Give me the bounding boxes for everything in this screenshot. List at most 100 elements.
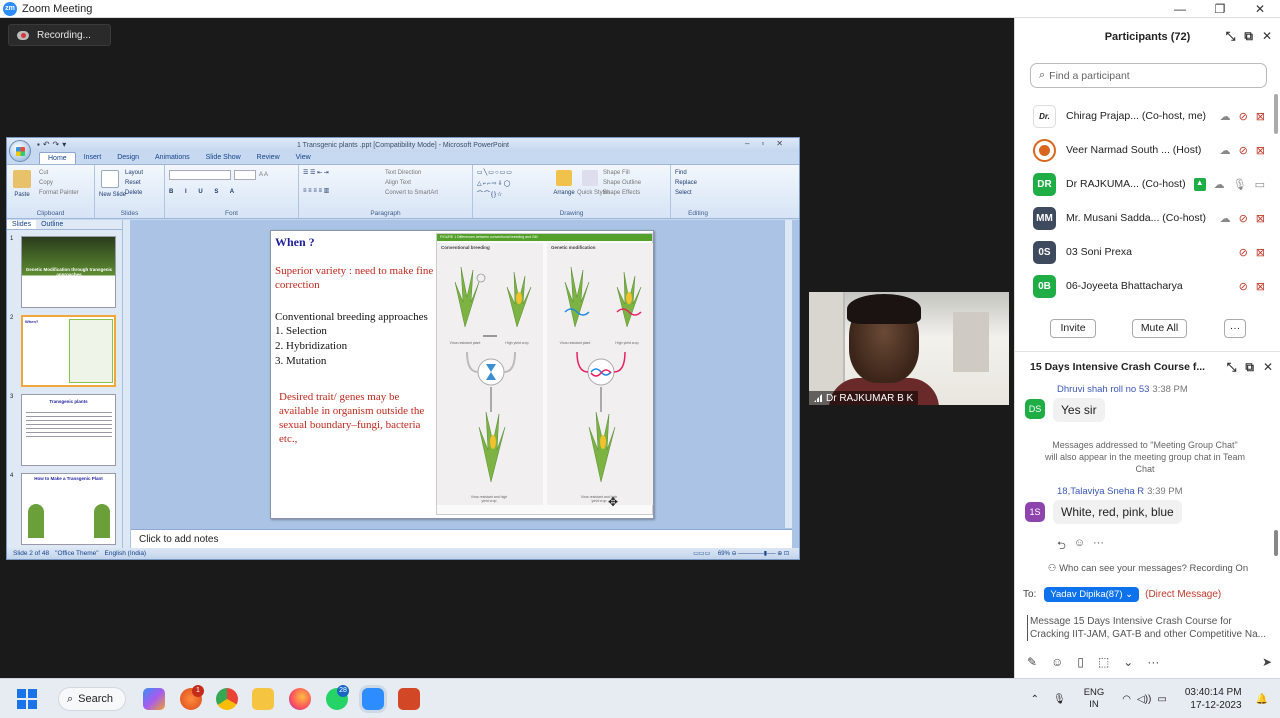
copilot-icon[interactable] — [143, 688, 165, 710]
who-can-see-link[interactable]: ⚇ Who can see your messages? Recording O… — [1015, 563, 1280, 574]
delete-button[interactable]: Delete — [125, 188, 143, 198]
shape-fill-button[interactable]: Shape Fill — [603, 168, 641, 178]
slide-thumbnail[interactable]: How to Make a Transgenic Plant — [21, 473, 116, 545]
chrome-icon[interactable] — [216, 688, 238, 710]
mic-icon[interactable]: 🎙 — [1053, 694, 1066, 705]
popout-icon[interactable]: ⧉ — [1245, 360, 1254, 375]
minimize-icon[interactable]: — — [1160, 0, 1200, 18]
font-grow-icon[interactable]: A A — [259, 170, 268, 180]
shape-effects-button[interactable]: Shape Effects — [603, 188, 641, 198]
slide-text-box[interactable]: When ? Superior variety : need to make f… — [275, 235, 435, 446]
chevron-up-icon[interactable]: ⌃ — [1031, 694, 1039, 705]
slide-thumbnail[interactable]: Transgenic plants — [21, 394, 116, 466]
emoji-icon[interactable]: ☺ — [1051, 655, 1063, 669]
zoom-slider[interactable]: ▭▭▭ 69% ⊖ ──────▮── ⊕ ⊡ — [693, 550, 789, 557]
arrange-button[interactable]: Arrange — [551, 188, 577, 198]
participant-scrollbar[interactable] — [1274, 94, 1278, 134]
paste-button[interactable]: Paste — [11, 190, 33, 200]
chat-message-input[interactable]: Message 15 Days Intensive Crash Course f… — [1027, 615, 1272, 641]
file-explorer-icon[interactable] — [252, 688, 274, 710]
tab-design[interactable]: Design — [109, 152, 147, 164]
zoom-app-icon[interactable] — [362, 688, 384, 710]
clock[interactable]: 03:40:14 PM 17-12-2023 — [1185, 686, 1242, 712]
message-bubble[interactable]: White, red, pink, blue — [1053, 500, 1182, 524]
screenshot-icon[interactable]: ⬚ — [1098, 655, 1109, 669]
participant-row[interactable]: MM Mr. Musani Sadda... (Co-host) ☁ ⊘ ⊠ — [1015, 201, 1280, 235]
align-buttons[interactable]: ≡ ≡ ≡ ≡ ▥ — [303, 186, 385, 196]
shapes-gallery[interactable]: ▭╲▭○▭▭ △⌐⌐⇨⇩◯ ⌒⌒{}☆ — [477, 168, 551, 201]
mute-all-button[interactable]: Mute All — [1132, 318, 1187, 338]
popout-icon[interactable]: ⧉ — [1244, 29, 1253, 44]
slide-thumbnail[interactable]: Genetic Modification through transgenic … — [21, 236, 116, 308]
invite-button[interactable]: Invite — [1050, 318, 1096, 338]
restore-icon[interactable]: ❐ — [1200, 0, 1240, 18]
tab-animations[interactable]: Animations — [147, 152, 198, 164]
arrange-icon[interactable] — [556, 170, 572, 186]
tab-home[interactable]: Home — [39, 152, 76, 164]
tab-outline[interactable]: Outline — [36, 220, 68, 229]
collapse-icon[interactable]: ⤡ — [1227, 360, 1237, 375]
slide-vertical-scrollbar[interactable] — [784, 220, 792, 528]
layout-button[interactable]: Layout — [125, 168, 143, 178]
font-size-select[interactable] — [234, 170, 256, 180]
participant-row[interactable]: 0S 03 Soni Prexa ⊘ ⊠ — [1015, 235, 1280, 269]
thumbnail-scrollbar[interactable] — [122, 220, 130, 548]
convert-smartart-button[interactable]: Convert to SmartArt — [385, 188, 438, 198]
font-format-buttons[interactable]: B I U S A — [169, 187, 294, 197]
reply-icon[interactable]: ⮌ — [1057, 537, 1066, 556]
replace-button[interactable]: Replace — [675, 178, 721, 188]
slide-figure[interactable]: FIGURE 1 Differences between conventiona… — [436, 233, 653, 515]
new-slide-button[interactable]: New Slide — [99, 190, 126, 200]
participant-row[interactable]: 0B 06-Joyeeta Bhattacharya ⊘ ⊠ — [1015, 269, 1280, 303]
tab-insert[interactable]: Insert — [76, 152, 110, 164]
format-icon[interactable]: ✎ — [1027, 655, 1037, 669]
quick-access-toolbar[interactable]: ▪↶↷▾ — [37, 140, 69, 149]
more-icon[interactable]: ··· — [1093, 537, 1104, 556]
emoji-reaction-icon[interactable]: ☺ — [1074, 537, 1085, 556]
volume-icon[interactable]: ◁)) — [1137, 694, 1151, 705]
quick-styles-button[interactable]: Quick Styles — [577, 188, 610, 198]
cut-button[interactable]: Cut — [39, 168, 79, 178]
participant-video-tile[interactable]: Dr RAJKUMAR B K — [809, 292, 1009, 405]
chat-scrollbar[interactable] — [1274, 530, 1278, 556]
tab-slides[interactable]: Slides — [7, 220, 37, 229]
recipient-select[interactable]: Yadav Dipika(87) ⌄ — [1044, 587, 1140, 602]
close-panel-icon[interactable]: ✕ — [1262, 29, 1272, 44]
copy-button[interactable]: Copy — [39, 178, 79, 188]
firefox-icon[interactable] — [289, 688, 311, 710]
participant-row[interactable]: DR Dr RAJKUMA... (Co-host) ▲ ☁ 🎙 ▭ — [1015, 167, 1280, 201]
battery-icon[interactable]: ▭ — [1157, 694, 1166, 705]
quick-styles-icon[interactable] — [582, 170, 598, 186]
new-slide-icon[interactable] — [101, 170, 119, 188]
notes-pane[interactable]: Click to add notes — [131, 529, 792, 548]
more-options-button[interactable]: ··· — [1224, 318, 1246, 338]
font-name-select[interactable] — [169, 170, 231, 180]
paste-icon[interactable] — [13, 170, 31, 188]
tab-view[interactable]: View — [288, 152, 319, 164]
recording-indicator[interactable]: Recording... — [8, 24, 111, 46]
participant-row[interactable]: Veer Narmad South ... (Host) ☁ ⊘ ⊠ — [1015, 133, 1280, 167]
align-text-button[interactable]: Align Text — [385, 178, 438, 188]
windows-start-icon[interactable] — [17, 689, 37, 709]
close-chat-icon[interactable]: ✕ — [1263, 360, 1273, 375]
participant-row[interactable]: Dr. Chirag Prajap... (Co-host, me) ☁ ⊘ ⊠ — [1015, 99, 1280, 133]
send-icon[interactable]: ➤ — [1262, 655, 1272, 669]
tab-review[interactable]: Review — [249, 152, 288, 164]
shape-outline-button[interactable]: Shape Outline — [603, 178, 641, 188]
find-button[interactable]: Find — [675, 168, 721, 178]
current-slide[interactable]: When ? Superior variety : need to make f… — [270, 230, 654, 519]
format-painter-button[interactable]: Format Painter — [39, 188, 79, 198]
participant-search-input[interactable]: ⌕ Find a participant — [1030, 63, 1267, 88]
chevron-down-icon[interactable]: ⌄ — [1123, 655, 1133, 669]
powerpoint-app-icon[interactable] — [398, 688, 420, 710]
notification-bell-icon[interactable]: 🔔 — [1256, 694, 1268, 705]
language-indicator[interactable]: ENG IN — [1084, 687, 1105, 711]
taskbar-search[interactable]: ⌕ Search — [58, 687, 126, 711]
wifi-icon[interactable]: ◠ — [1122, 694, 1131, 705]
collapse-icon[interactable]: ⤡ — [1226, 29, 1236, 44]
slide-thumbnail-selected[interactable]: When? — [21, 315, 116, 387]
text-direction-button[interactable]: Text Direction — [385, 168, 438, 178]
reset-button[interactable]: Reset — [125, 178, 143, 188]
list-buttons[interactable]: ☰ ☰ ⇤ ⇥ — [303, 168, 385, 178]
more-icon[interactable]: ··· — [1147, 655, 1159, 669]
